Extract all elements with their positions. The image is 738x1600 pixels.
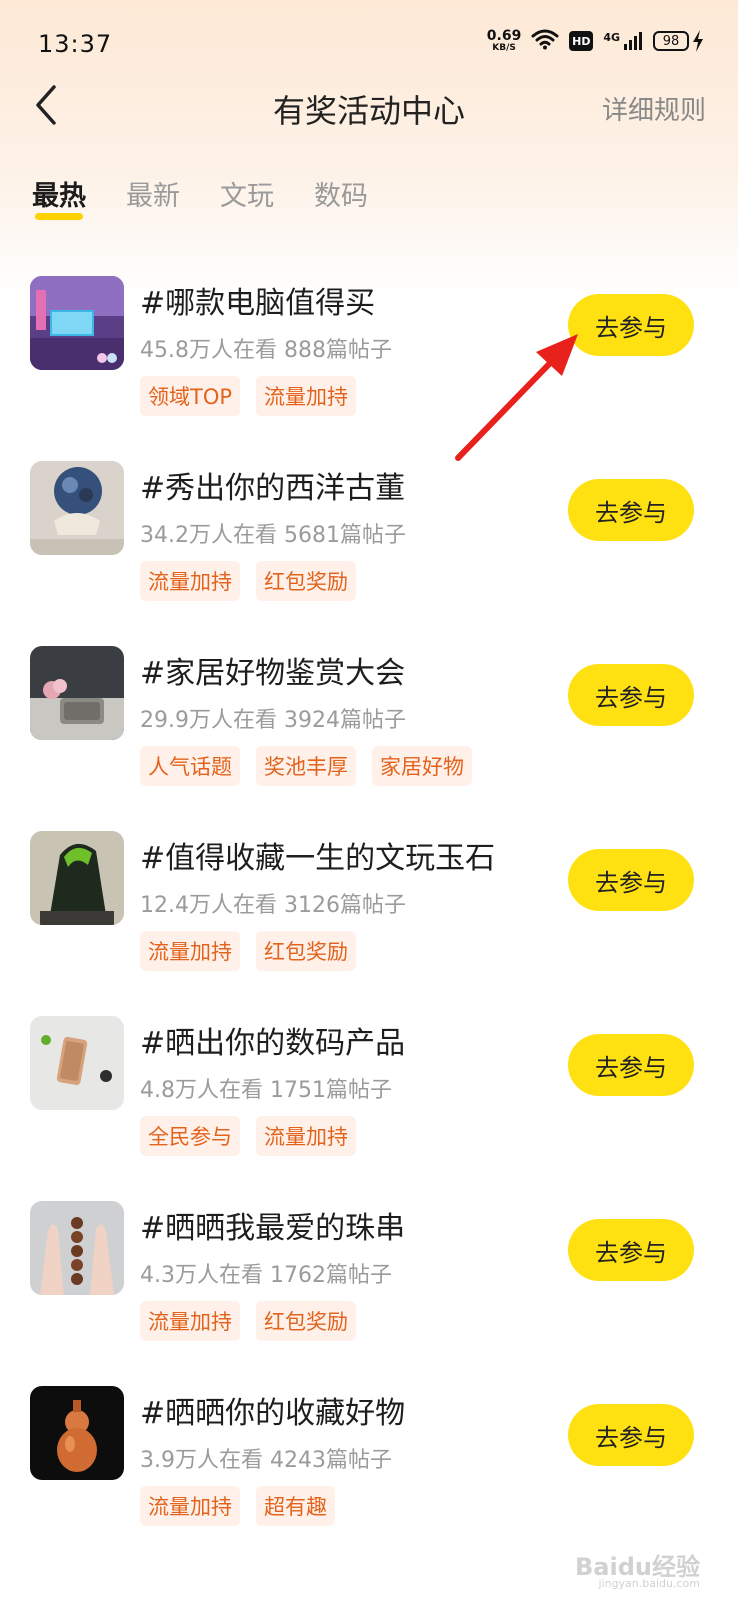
topic-item[interactable]: #值得收藏一生的文玩玉石 12.4万人在看 3126篇帖子 流量加持 红包奖励 … [0, 831, 738, 1016]
signal-icon: 4G [603, 31, 643, 51]
topic-tag: 人气话题 [140, 746, 240, 786]
topic-tags: 全民参与 流量加持 [140, 1116, 356, 1156]
topic-stats: 45.8万人在看 888篇帖子 [140, 338, 392, 363]
topic-tag: 奖池丰厚 [256, 746, 356, 786]
topic-tag: 红包奖励 [256, 1301, 356, 1341]
hd-icon: HD [569, 31, 594, 51]
rules-link[interactable]: 详细规则 [602, 90, 706, 127]
topic-tags: 人气话题 奖池丰厚 家居好物 [140, 746, 472, 786]
back-button[interactable] [30, 82, 66, 128]
topic-title: #晒晒你的收藏好物 [140, 1396, 406, 1431]
status-bar: 13:37 0.69 KB/S HD 4G 98 [0, 0, 738, 88]
topic-thumbnail [30, 276, 124, 370]
topic-tags: 流量加持 超有趣 [140, 1486, 335, 1526]
topic-thumbnail [30, 1386, 124, 1480]
topic-stats: 3.9万人在看 4243篇帖子 [140, 1448, 392, 1473]
join-button[interactable]: 去参与 [568, 294, 694, 356]
category-tabs: 最热 最新 文玩 数码 [32, 174, 408, 222]
tab-digital[interactable]: 数码 [314, 174, 368, 222]
chevron-left-icon [36, 85, 56, 125]
topic-tag: 红包奖励 [256, 561, 356, 601]
topic-tag: 流量加持 [140, 561, 240, 601]
topic-item[interactable]: #晒晒我最爱的珠串 4.3万人在看 1762篇帖子 流量加持 红包奖励 去参与 [0, 1201, 738, 1386]
net-speed: 0.69 KB/S [487, 29, 522, 53]
topic-title: #家居好物鉴赏大会 [140, 656, 406, 691]
topic-tags: 领域TOP 流量加持 [140, 376, 357, 416]
network-type: 4G [603, 31, 620, 44]
tab-hottest[interactable]: 最热 [32, 174, 86, 222]
topic-list: #哪款电脑值得买 45.8万人在看 888篇帖子 领域TOP 流量加持 去参与 … [0, 276, 738, 1571]
topic-tags: 流量加持 红包奖励 [140, 561, 356, 601]
topic-stats: 4.8万人在看 1751篇帖子 [140, 1078, 392, 1103]
topic-tag: 超有趣 [256, 1486, 335, 1526]
join-button[interactable]: 去参与 [568, 1034, 694, 1096]
topic-stats: 29.9万人在看 3924篇帖子 [140, 708, 406, 733]
wifi-icon [531, 28, 559, 54]
net-speed-value: 0.69 [486, 28, 522, 44]
topic-title: #晒出你的数码产品 [140, 1026, 406, 1061]
topic-tag: 流量加持 [140, 1301, 240, 1341]
watermark-url: jingyan.baidu.com [598, 1577, 700, 1590]
topic-thumbnail [30, 831, 124, 925]
topic-item[interactable]: #哪款电脑值得买 45.8万人在看 888篇帖子 领域TOP 流量加持 去参与 [0, 276, 738, 461]
topic-title: #值得收藏一生的文玩玉石 [140, 841, 496, 876]
join-button[interactable]: 去参与 [568, 849, 694, 911]
topic-thumbnail [30, 1016, 124, 1110]
battery-level: 98 [653, 31, 689, 51]
topic-tag: 全民参与 [140, 1116, 240, 1156]
topic-tag: 流量加持 [256, 376, 357, 416]
battery-icon: 98 [653, 30, 704, 52]
status-icons: 0.69 KB/S HD 4G 98 [487, 28, 704, 54]
topic-tag: 领域TOP [140, 376, 241, 416]
topic-item[interactable]: #家居好物鉴赏大会 29.9万人在看 3924篇帖子 人气话题 奖池丰厚 家居好… [0, 646, 738, 831]
topic-tag: 流量加持 [140, 931, 240, 971]
topic-title: #晒晒我最爱的珠串 [140, 1211, 406, 1246]
topic-stats: 34.2万人在看 5681篇帖子 [140, 523, 406, 548]
topic-tags: 流量加持 红包奖励 [140, 931, 356, 971]
topic-title: #哪款电脑值得买 [140, 286, 376, 321]
topic-stats: 4.3万人在看 1762篇帖子 [140, 1263, 392, 1288]
topic-title: #秀出你的西洋古董 [140, 471, 406, 506]
charging-icon [693, 30, 703, 52]
join-button[interactable]: 去参与 [568, 664, 694, 726]
topic-item[interactable]: #秀出你的西洋古董 34.2万人在看 5681篇帖子 流量加持 红包奖励 去参与 [0, 461, 738, 646]
topic-thumbnail [30, 461, 124, 555]
watermark-logo: Baidu经验 jingyan.baidu.com [575, 1547, 700, 1590]
tab-collectibles[interactable]: 文玩 [220, 174, 274, 222]
topic-item[interactable]: #晒出你的数码产品 4.8万人在看 1751篇帖子 全民参与 流量加持 去参与 [0, 1016, 738, 1201]
topic-tag: 红包奖励 [256, 931, 356, 971]
join-button[interactable]: 去参与 [568, 479, 694, 541]
join-button[interactable]: 去参与 [568, 1404, 694, 1466]
topic-tag: 流量加持 [256, 1116, 356, 1156]
topic-thumbnail [30, 1201, 124, 1295]
net-speed-unit: KB/S [492, 43, 516, 53]
join-button[interactable]: 去参与 [568, 1219, 694, 1281]
status-time: 13:37 [38, 30, 113, 58]
topic-tags: 流量加持 红包奖励 [140, 1301, 356, 1341]
topic-stats: 12.4万人在看 3126篇帖子 [140, 893, 406, 918]
tab-newest[interactable]: 最新 [126, 174, 180, 222]
topic-tag: 流量加持 [140, 1486, 240, 1526]
topic-item[interactable]: #晒晒你的收藏好物 3.9万人在看 4243篇帖子 流量加持 超有趣 去参与 [0, 1386, 738, 1571]
topic-thumbnail [30, 646, 124, 740]
topic-tag: 家居好物 [372, 746, 472, 786]
